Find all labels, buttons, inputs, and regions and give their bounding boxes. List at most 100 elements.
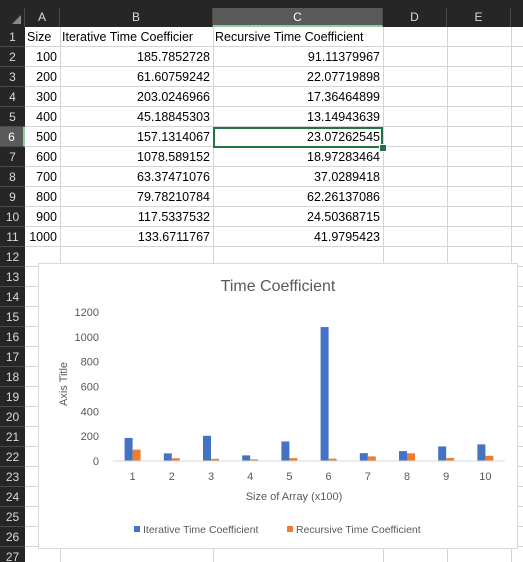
data-cell[interactable]: 200 bbox=[25, 67, 60, 87]
select-all-corner[interactable] bbox=[0, 8, 25, 27]
data-cell[interactable]: 61.60759242 bbox=[60, 67, 213, 87]
y-axis-tick-labels: 0 200 400 600 800 1000 1200 bbox=[75, 307, 99, 468]
data-cell[interactable]: 91.11379967 bbox=[213, 47, 383, 67]
row-header-22[interactable]: 22 bbox=[0, 447, 25, 467]
legend-swatch-recursive bbox=[287, 526, 293, 532]
data-cell[interactable]: 63.37471076 bbox=[60, 167, 213, 187]
row-header-3[interactable]: 3 bbox=[0, 67, 25, 87]
row-header-27[interactable]: 27 bbox=[0, 547, 25, 562]
data-cell[interactable]: 79.78210784 bbox=[60, 187, 213, 207]
row-header-21[interactable]: 21 bbox=[0, 427, 25, 447]
data-cell[interactable]: 45.18845303 bbox=[60, 107, 213, 127]
row-header-8[interactable]: 8 bbox=[0, 167, 25, 187]
data-cell[interactable]: 18.97283464 bbox=[213, 147, 383, 167]
y-tick-label: 200 bbox=[81, 431, 99, 443]
row-header-25[interactable]: 25 bbox=[0, 507, 25, 527]
row-header-24[interactable]: 24 bbox=[0, 487, 25, 507]
data-cell[interactable]: 117.5337532 bbox=[60, 207, 213, 227]
select-all-triangle-icon bbox=[12, 15, 21, 24]
data-cell[interactable]: 800 bbox=[25, 187, 60, 207]
data-cell[interactable]: 157.1314067 bbox=[60, 127, 213, 147]
data-cell[interactable]: 600 bbox=[25, 147, 60, 167]
data-cell[interactable]: 400 bbox=[25, 107, 60, 127]
y-tick-label: 1200 bbox=[75, 307, 99, 319]
row-header-23[interactable]: 23 bbox=[0, 467, 25, 487]
data-cell[interactable]: 185.7852728 bbox=[60, 47, 213, 67]
row-header-1[interactable]: 1 bbox=[0, 27, 25, 47]
bar-iterative-10[interactable] bbox=[477, 444, 486, 461]
bar-iterative-9[interactable] bbox=[438, 446, 447, 461]
header-cell[interactable]: Iterative Time Coefficier bbox=[60, 27, 213, 47]
column-header-e[interactable]: E bbox=[447, 8, 511, 27]
data-cell[interactable]: 100 bbox=[25, 47, 60, 67]
column-header-a[interactable]: A bbox=[25, 8, 60, 27]
bar-iterative-6[interactable] bbox=[320, 327, 329, 461]
fill-handle[interactable] bbox=[379, 144, 387, 152]
bar-iterative-8[interactable] bbox=[399, 451, 407, 461]
chart-title[interactable]: Time Coefficient bbox=[221, 278, 336, 295]
row-header-6[interactable]: 6 bbox=[0, 127, 25, 147]
column-header-b[interactable]: B bbox=[60, 8, 213, 27]
data-cell[interactable]: 1078.589152 bbox=[60, 147, 213, 167]
bar-recursive-7[interactable] bbox=[367, 456, 376, 461]
row-header-5[interactable]: 5 bbox=[0, 107, 25, 127]
data-cell[interactable]: 62.26137086 bbox=[213, 187, 383, 207]
bar-iterative-7[interactable] bbox=[359, 453, 368, 461]
data-cell[interactable]: 13.14943639 bbox=[213, 107, 383, 127]
y-tick-label: 1000 bbox=[75, 332, 99, 344]
bar-iterative-1[interactable] bbox=[124, 437, 133, 461]
data-cell[interactable]: 133.6711767 bbox=[60, 227, 213, 247]
bar-series[interactable] bbox=[124, 327, 494, 461]
row-header-12[interactable]: 12 bbox=[0, 247, 25, 267]
row-header-20[interactable]: 20 bbox=[0, 407, 25, 427]
data-cell[interactable]: 1000 bbox=[25, 227, 60, 247]
column-header-c[interactable]: C bbox=[213, 8, 383, 27]
data-cell[interactable]: 900 bbox=[25, 207, 60, 227]
row-header-7[interactable]: 7 bbox=[0, 147, 25, 167]
row-header-2[interactable]: 2 bbox=[0, 47, 25, 67]
row-header-9[interactable]: 9 bbox=[0, 187, 25, 207]
chart[interactable]: Time Coefficient Axis Title Size of Arra… bbox=[38, 263, 518, 549]
header-cell[interactable]: Recursive Time Coefficient bbox=[213, 27, 383, 47]
row-header-18[interactable]: 18 bbox=[0, 367, 25, 387]
data-cell[interactable]: 37.0289418 bbox=[213, 167, 383, 187]
data-cell[interactable]: 41.9795423 bbox=[213, 227, 383, 247]
bar-iterative-2[interactable] bbox=[163, 453, 172, 461]
bar-iterative-3[interactable] bbox=[203, 435, 211, 461]
bar-recursive-8[interactable] bbox=[407, 453, 415, 461]
data-cell[interactable]: 500 bbox=[25, 127, 60, 147]
row-header-19[interactable]: 19 bbox=[0, 387, 25, 407]
x-tick-label: 2 bbox=[169, 471, 175, 483]
bar-recursive-1[interactable] bbox=[132, 449, 141, 461]
x-axis-tick-labels: 1 2 3 4 5 6 7 8 9 10 bbox=[130, 471, 492, 483]
header-cell[interactable]: Size bbox=[25, 27, 60, 47]
data-cell[interactable]: 17.36464899 bbox=[213, 87, 383, 107]
data-cell[interactable]: 300 bbox=[25, 87, 60, 107]
row-header-16[interactable]: 16 bbox=[0, 327, 25, 347]
y-tick-label: 400 bbox=[81, 406, 99, 418]
y-axis-title[interactable]: Axis Title bbox=[58, 362, 70, 406]
row-header-13[interactable]: 13 bbox=[0, 267, 25, 287]
row-header-11[interactable]: 11 bbox=[0, 227, 25, 247]
column-header-d[interactable]: D bbox=[383, 8, 447, 27]
row-header-15[interactable]: 15 bbox=[0, 307, 25, 327]
y-tick-label: 800 bbox=[81, 357, 99, 369]
row-header-17[interactable]: 17 bbox=[0, 347, 25, 367]
data-cell[interactable]: 24.50368715 bbox=[213, 207, 383, 227]
row-header-4[interactable]: 4 bbox=[0, 87, 25, 107]
data-cell[interactable]: 22.07719898 bbox=[213, 67, 383, 87]
bar-recursive-10[interactable] bbox=[485, 455, 494, 461]
row-header-10[interactable]: 10 bbox=[0, 207, 25, 227]
row-header-26[interactable]: 26 bbox=[0, 527, 25, 547]
bar-iterative-4[interactable] bbox=[242, 455, 251, 461]
bar-iterative-5[interactable] bbox=[281, 441, 290, 461]
data-cell[interactable]: 203.0246966 bbox=[60, 87, 213, 107]
x-tick-label: 8 bbox=[404, 471, 410, 483]
data-cell[interactable]: 700 bbox=[25, 167, 60, 187]
chart-legend[interactable]: Iterative Time Coefficient Recursive Time… bbox=[134, 524, 421, 536]
y-tick-label: 600 bbox=[81, 382, 99, 394]
row-header-14[interactable]: 14 bbox=[0, 287, 25, 307]
x-axis-title[interactable]: Size of Array (x100) bbox=[246, 491, 343, 503]
legend-label-iterative[interactable]: Iterative Time Coefficient bbox=[143, 524, 258, 536]
legend-label-recursive[interactable]: Recursive Time Coefficient bbox=[296, 524, 421, 536]
